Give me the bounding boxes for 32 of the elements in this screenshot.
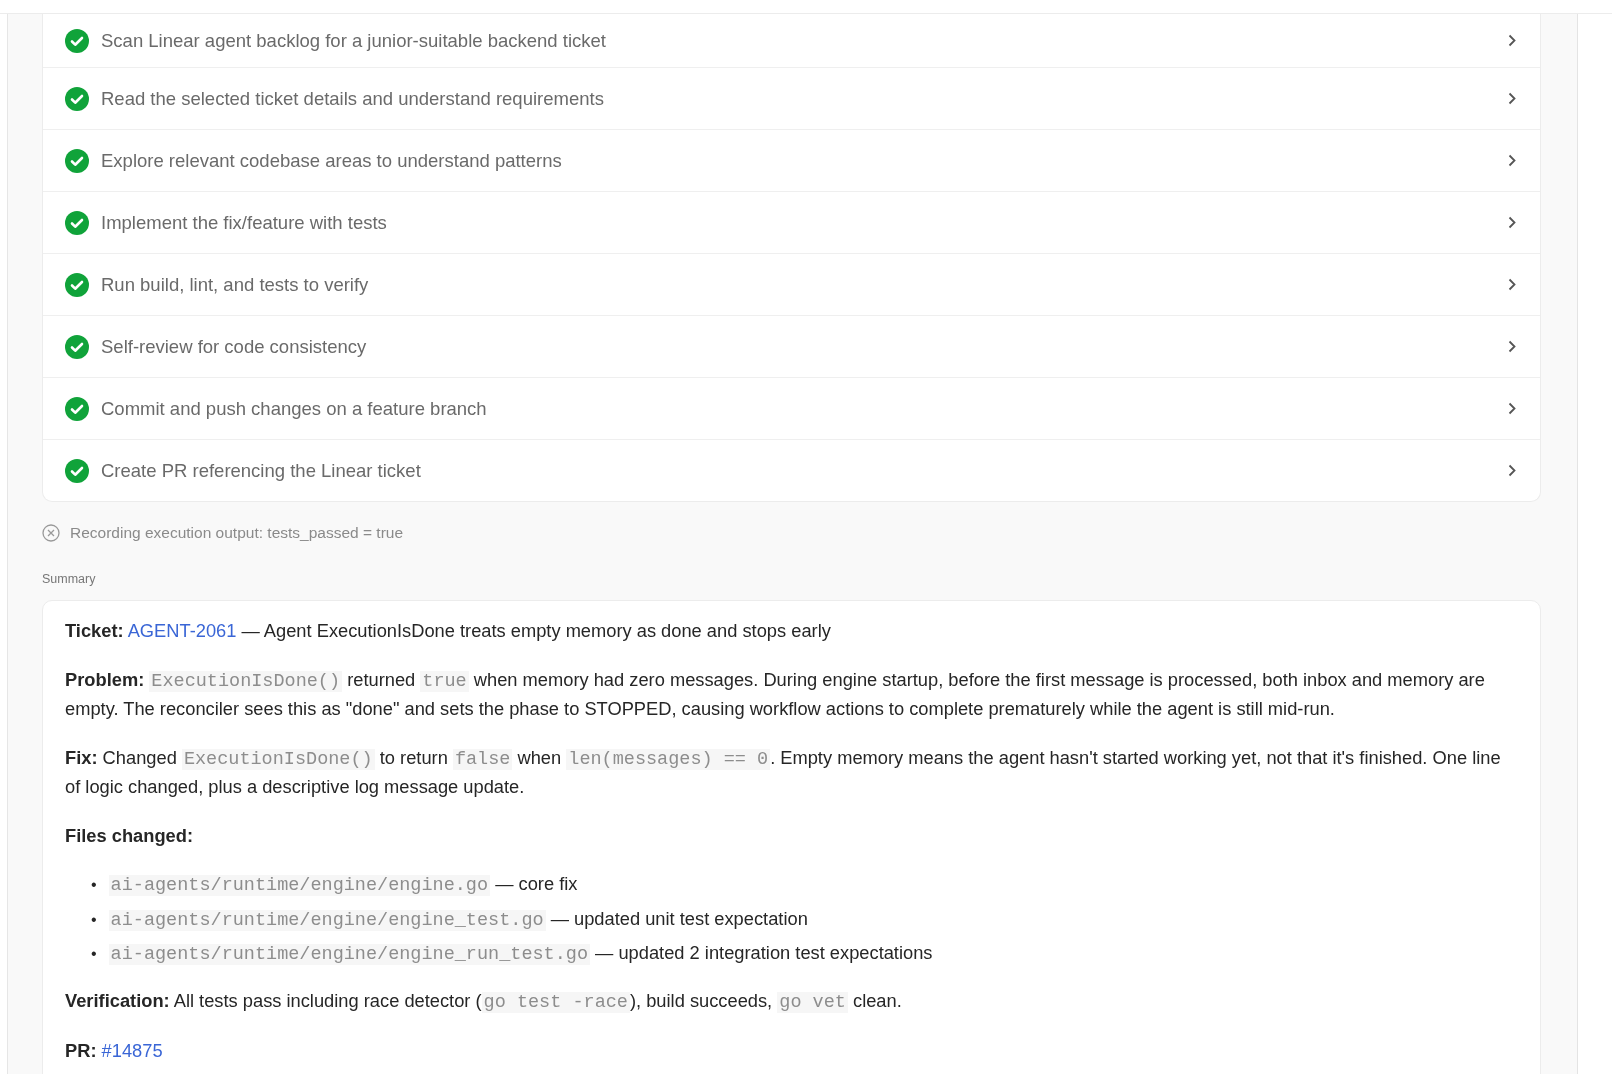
step-row[interactable]: Scan Linear agent backlog for a junior-suitable backend ticket	[43, 14, 1540, 67]
step-row[interactable]: Implement the fix/feature with tests	[43, 191, 1540, 253]
summary-paragraph: Fix: Changed ExecutionIsDone() to return false when len(messages) == 0. Empty memory means the agent hasn't started working yet, not that it's finished. One line of logic changed, plus a descriptive log message update.	[65, 745, 1502, 799]
chevron-right-icon	[1508, 278, 1516, 291]
bullet: •	[91, 909, 97, 930]
chevron-right-icon	[1508, 464, 1516, 477]
status-text: Recording execution output: tests_passed = true	[70, 524, 404, 542]
step-row[interactable]: Commit and push changes on a feature branch	[43, 377, 1540, 439]
summary-paragraph: Ticket: AGENT-2061 — Agent ExecutionIsDone treats empty memory as done and stops early	[65, 619, 832, 643]
chevron-right-icon	[1508, 402, 1516, 415]
step-row[interactable]: Self-review for code consistency	[43, 315, 1540, 377]
chevron-right-icon	[1508, 34, 1516, 47]
chevron-right-icon	[1508, 340, 1516, 353]
chevron-right-icon	[1508, 92, 1516, 105]
close-circle-icon	[42, 524, 60, 542]
ticket-link[interactable]: AGENT-2061	[127, 620, 237, 641]
ticket-link[interactable]: #14875	[101, 1040, 163, 1061]
chevron-right-icon	[1508, 216, 1516, 229]
step-row[interactable]: Explore relevant codebase areas to understand patterns	[43, 129, 1540, 191]
summary-paragraph: Problem: ExecutionIsDone() returned true when memory had zero messages. During engine startup, before the first message is processed, both inbox and memory are empty. The reconciler sees this as "done" and sets the phase to STOPPED, causing workflow actions to complete prematurely while the agent is still mid-run.	[65, 667, 1486, 721]
bullet: •	[91, 944, 97, 964]
file-item: ai-agents/runtime/engine/engine.go — core fix	[108, 872, 578, 898]
section-heading: Summary	[42, 572, 97, 586]
summary-paragraph: Verification: All tests pass including race detector (go test -race), build succeeds, go vet clean.	[65, 988, 903, 1015]
bullet: •	[91, 875, 97, 895]
step-row[interactable]: Create PR referencing the Linear ticket	[43, 439, 1540, 501]
file-item: ai-agents/runtime/engine/engine_run_test.go — updated 2 integration test expectations	[108, 941, 933, 967]
chevron-right-icon	[1508, 154, 1516, 167]
summary-paragraph: Files changed:	[65, 823, 194, 848]
step-row[interactable]: Run build, lint, and tests to verify	[43, 253, 1540, 315]
summary-paragraph: PR: #14875	[65, 1039, 164, 1063]
step-row[interactable]: Read the selected ticket details and understand requirements	[43, 67, 1540, 129]
